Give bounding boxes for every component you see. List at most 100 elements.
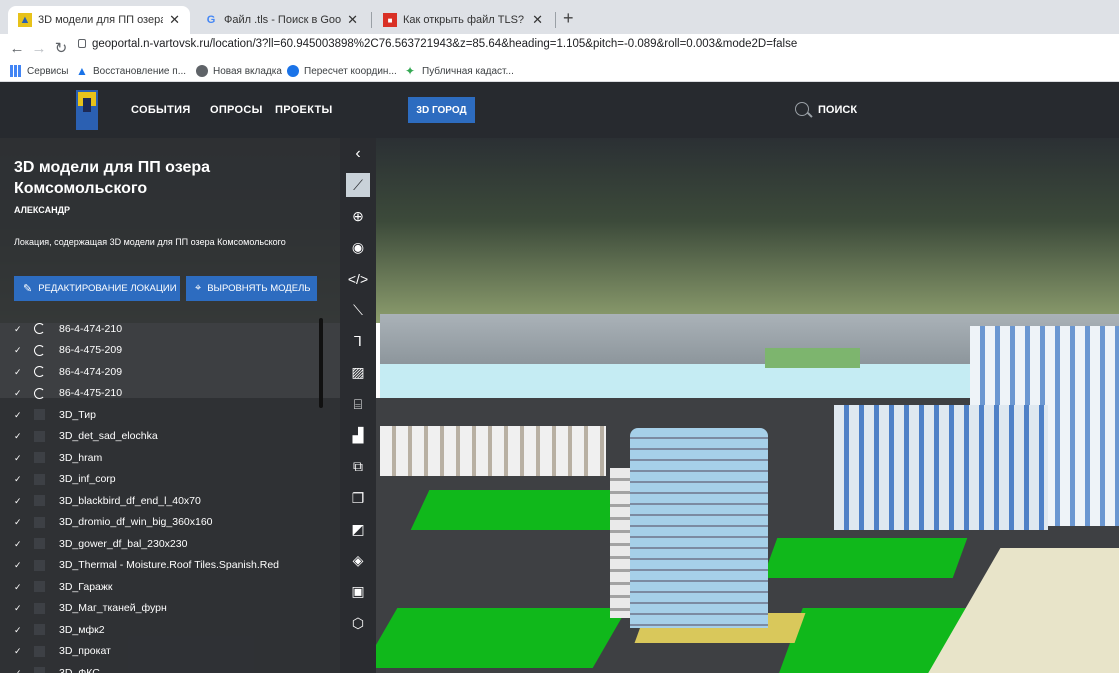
bookmark-restore[interactable]: ▲ Восстановление п... — [76, 65, 186, 77]
layer-row[interactable]: ✓ 3D_мфк2 — [14, 619, 105, 640]
close-tab-icon[interactable]: ✕ — [169, 12, 180, 28]
layer-type-icon — [34, 581, 45, 592]
layer-checkbox-icon[interactable]: ✓ — [14, 668, 24, 673]
chart-icon[interactable]: ▟ — [346, 423, 370, 447]
close-tab-icon[interactable]: ✕ — [347, 12, 358, 28]
layer-checkbox-icon[interactable]: ✓ — [14, 324, 24, 334]
layer-row[interactable]: ✓ 3D_hram — [14, 447, 102, 468]
new-tab-icon[interactable]: + — [563, 8, 574, 29]
reload-icon[interactable]: ↻ — [50, 39, 72, 57]
layer-row[interactable]: ✓ 3D_прокат — [14, 641, 111, 662]
layer-checkbox-icon[interactable]: ✓ — [14, 453, 24, 463]
nav-polls[interactable]: ОПРОСЫ — [210, 104, 263, 116]
layer-checkbox-icon[interactable]: ✓ — [14, 410, 24, 420]
cube-icon[interactable]: ⬡ — [346, 611, 370, 635]
hatch-icon[interactable]: ▨ — [346, 361, 370, 385]
tab-google-search[interactable]: G Файл .tls - Поиск в Google ✕ — [194, 6, 368, 34]
layer-checkbox-icon[interactable]: ✓ — [14, 646, 24, 656]
slice-icon[interactable]: ◩ — [346, 517, 370, 541]
tab-separator — [371, 12, 372, 28]
layer-checkbox-icon[interactable]: ✓ — [14, 388, 24, 398]
nav-projects[interactable]: ПРОЕКТЫ — [275, 104, 333, 116]
layer-checkbox-icon[interactable]: ✓ — [14, 431, 24, 441]
edit-location-button[interactable]: ✎ РЕДАКТИРОВАНИЕ ЛОКАЦИИ — [14, 276, 180, 301]
layer-row[interactable]: ✓ 3D_Гаражк — [14, 576, 113, 597]
loading-ring-icon — [34, 366, 45, 377]
align-model-button[interactable]: ⌖ ВЫРОВНЯТЬ МОДЕЛЬ — [186, 276, 317, 301]
ruler-diagonal-icon[interactable]: ⟋ — [346, 173, 370, 197]
image-icon[interactable]: ▣ — [346, 580, 370, 604]
close-tab-icon[interactable]: ✕ — [532, 12, 543, 28]
apps-grid-icon — [10, 65, 22, 77]
layer-row[interactable]: ✓ 3D_inf_corp — [14, 469, 116, 490]
layer-name: 3D_Гаражк — [59, 580, 113, 593]
layer-checkbox-icon[interactable]: ✓ — [14, 603, 24, 613]
layer-name: 3D_прокат — [59, 645, 111, 657]
loading-ring-icon — [34, 323, 45, 334]
nav-events[interactable]: СОБЫТИЯ — [131, 104, 191, 116]
layer-checkbox-icon[interactable]: ✓ — [14, 474, 24, 484]
layer-row[interactable]: ✓ 86-4-474-210 — [14, 318, 122, 339]
layer-row[interactable]: ✓ 3D_dromio_df_win_big_360x160 — [14, 512, 213, 533]
layer-row[interactable]: ✓ 3D_Тир — [14, 404, 96, 425]
bookmark-cadastral[interactable]: ✦ Публичная кадаст... — [405, 65, 514, 77]
back-arrow-icon[interactable]: ← — [6, 40, 28, 57]
flag-icon[interactable]: ⅂ — [346, 330, 370, 354]
layer-checkbox-icon[interactable]: ✓ — [14, 496, 24, 506]
layer-checkbox-icon[interactable]: ✓ — [14, 560, 24, 570]
layer-checkbox-icon[interactable]: ✓ — [14, 367, 24, 377]
ruler-icon[interactable]: ⟍ — [346, 298, 370, 322]
code-icon[interactable]: </> — [346, 267, 370, 291]
url-field[interactable]: geoportal.n-vartovsk.ru/location/3?ll=60… — [92, 38, 797, 50]
layer-checkbox-icon[interactable]: ✓ — [14, 345, 24, 355]
scene-tower — [630, 428, 768, 628]
bookmark-coords[interactable]: Пересчет координ... — [287, 65, 397, 77]
layer-name: 3D_ФКС — [59, 666, 100, 673]
layer-list-scrollbar[interactable] — [319, 318, 323, 408]
layer-list: ✓ 86-4-474-210 ✓ 86-4-475-209 ✓ 86-4-474-209 ✓… — [0, 318, 318, 673]
logo-figure — [83, 98, 91, 112]
layer-checkbox-icon[interactable]: ✓ — [14, 582, 24, 592]
align-model-label: ВЫРОВНЯТЬ МОДЕЛЬ — [207, 283, 311, 294]
layer-row[interactable]: ✓ 86-4-475-210 — [14, 383, 122, 404]
layer-row[interactable]: ✓ 3D_det_sad_elochka — [14, 426, 158, 447]
layer-row[interactable]: ✓ 3D_Маг_тканей_фурн — [14, 598, 167, 619]
collapse-panel-icon[interactable]: ‹ — [346, 142, 370, 166]
search-label[interactable]: ПОИСК — [818, 104, 857, 116]
stack-icon[interactable]: ◈ — [346, 549, 370, 573]
circle-logo-icon — [287, 65, 299, 77]
city-3d-button[interactable]: 3D ГОРОД — [408, 97, 475, 123]
layer-name: 3D_Маг_тканей_фурн — [59, 602, 167, 614]
cylinder-icon[interactable]: ⌸ — [346, 392, 370, 416]
city-logo-icon[interactable] — [76, 90, 98, 130]
search-icon[interactable] — [795, 102, 809, 116]
layer-checkbox-icon[interactable]: ✓ — [14, 517, 24, 527]
layer-checkbox-icon[interactable]: ✓ — [14, 625, 24, 635]
bookmark-services[interactable]: Сервисы — [10, 65, 68, 77]
panel-description: Локация, содержащая 3D модели для ПП озе… — [14, 237, 286, 247]
panel-title: 3D модели для ПП озера Комсомольского — [14, 159, 211, 197]
layer-row[interactable]: ✓ 86-4-474-209 — [14, 361, 122, 382]
google-favicon-icon: G — [206, 14, 216, 26]
layer-row[interactable]: ✓ 3D_gower_df_bal_230x230 — [14, 533, 187, 554]
layer-row[interactable]: ✓ 86-4-475-209 — [14, 340, 122, 361]
scene-lawn — [762, 538, 968, 578]
layer-type-icon — [34, 559, 45, 571]
eye-icon[interactable]: ◉ — [346, 236, 370, 260]
layer-checkbox-icon[interactable]: ✓ — [14, 539, 24, 549]
layers-icon[interactable]: ⧉ — [346, 455, 370, 479]
layer-type-icon — [34, 538, 45, 549]
crosshair-icon: ⌖ — [195, 282, 202, 294]
tab-tls-file[interactable]: ■ Как открыть файл TLS? Расшир ✕ — [373, 6, 553, 34]
layer-type-icon — [34, 430, 45, 442]
tab-3d-models[interactable]: ▲ 3D модели для ПП озера Комсс ✕ — [8, 6, 190, 34]
globe-icon[interactable]: ⊕ — [346, 204, 370, 228]
layer-row[interactable]: ✓ 3D_ФКС — [14, 662, 100, 673]
bookmark-new-tab[interactable]: Новая вкладка — [196, 65, 282, 77]
copy-icon[interactable]: ❐ — [346, 486, 370, 510]
layer-name: 3D_мфк2 — [59, 623, 105, 636]
layer-row[interactable]: ✓ 3D_blackbird_df_end_l_40x70 — [14, 490, 201, 511]
layer-type-icon — [34, 667, 45, 673]
layer-row[interactable]: ✓ 3D_Thermal - Moisture.Roof Tiles.Spanis… — [14, 555, 279, 576]
forward-arrow-icon[interactable]: → — [28, 40, 50, 57]
